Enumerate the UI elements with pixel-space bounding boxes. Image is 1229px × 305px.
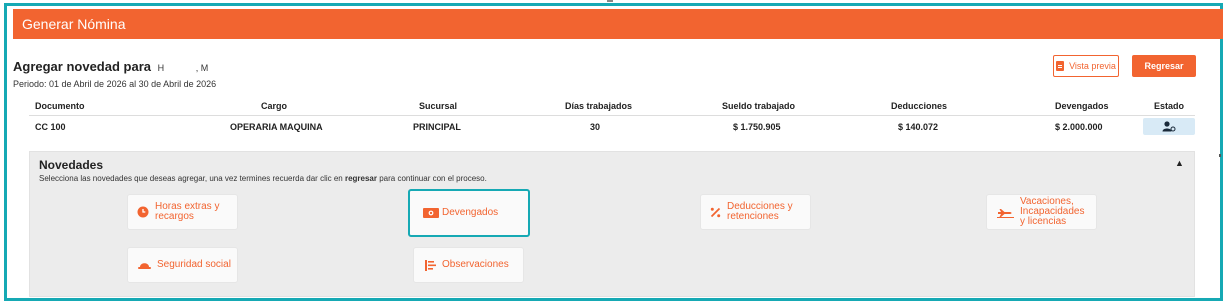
employee-name-last: , M <box>195 63 209 73</box>
preview-button-label: Vista previa <box>1069 61 1116 71</box>
cell-sueldo: $ 1.750.905 <box>733 122 781 132</box>
employee-heading: Agregar novedad para H , M <box>13 59 208 74</box>
period-text: Periodo: 01 de Abril de 2026 al 30 de Ab… <box>13 79 217 89</box>
col-header-deducciones: Deducciones <box>891 101 948 111</box>
cell-cargo: OPERARIA MAQUINA <box>230 122 323 132</box>
option-observaciones[interactable]: Observaciones <box>413 247 524 283</box>
col-header-sucursal: Sucursal <box>419 101 458 111</box>
col-header-devengados: Devengados <box>1055 101 1109 111</box>
back-button[interactable]: Regresar <box>1132 55 1196 77</box>
clock-icon <box>137 206 149 218</box>
col-header-cargo: Cargo <box>261 101 288 111</box>
novedades-description: Selecciona las novedades que deseas agre… <box>39 174 487 183</box>
cell-deducciones: $ 140.072 <box>898 122 939 132</box>
plane-icon <box>997 206 1014 218</box>
desc-bold: regresar <box>344 174 377 183</box>
option-label: Vacaciones, Incapacidades y licencias <box>1020 196 1085 227</box>
cell-devengados: $ 2.000.000 <box>1055 122 1103 132</box>
cell-dias: 30 <box>590 122 601 132</box>
user-clock-icon <box>1162 121 1176 132</box>
cell-sucursal: PRINCIPAL <box>413 122 461 132</box>
heading-prefix: Agregar novedad para <box>13 59 151 74</box>
desc-part-1: Selecciona las novedades que deseas agre… <box>39 174 345 183</box>
option-label: Deducciones y retenciones <box>727 201 793 222</box>
novedades-title: Novedades <box>39 158 104 172</box>
col-header-documento: Documento <box>35 101 85 111</box>
preview-button[interactable]: Vista previa <box>1053 55 1119 77</box>
option-label: Seguridad social <box>157 259 231 270</box>
cell-documento: CC 100 <box>35 122 66 132</box>
percent-icon <box>710 207 721 218</box>
header-bar: Generar Nómina <box>13 9 1223 39</box>
employee-name-first: H <box>157 63 165 73</box>
money-icon <box>423 208 439 218</box>
top-marker <box>607 0 613 2</box>
option-devengados[interactable]: Devengados <box>408 189 530 237</box>
collapse-toggle-icon[interactable]: ▲ <box>1175 158 1184 168</box>
side-marker <box>1219 154 1221 157</box>
col-header-estado: Estado <box>1154 101 1185 111</box>
desc-part-2: para continuar con el proceso. <box>377 174 487 183</box>
table-divider <box>29 115 1195 116</box>
option-vacaciones[interactable]: Vacaciones, Incapacidades y licencias <box>986 194 1097 230</box>
status-button[interactable] <box>1143 118 1195 135</box>
list-icon <box>425 259 436 271</box>
option-deducciones[interactable]: Deducciones y retenciones <box>700 194 811 230</box>
option-label: Horas extras y recargos <box>155 201 220 222</box>
hardhat-icon <box>138 260 151 270</box>
option-horas-extras[interactable]: Horas extras y recargos <box>127 194 238 230</box>
option-seguridad-social[interactable]: Seguridad social <box>127 247 238 283</box>
option-label: Devengados <box>442 207 499 218</box>
col-header-dias: Días trabajados <box>565 101 633 111</box>
page-title: Generar Nómina <box>22 16 126 32</box>
option-label: Observaciones <box>442 259 509 270</box>
document-icon <box>1056 61 1065 71</box>
col-header-sueldo: Sueldo trabajado <box>722 101 796 111</box>
